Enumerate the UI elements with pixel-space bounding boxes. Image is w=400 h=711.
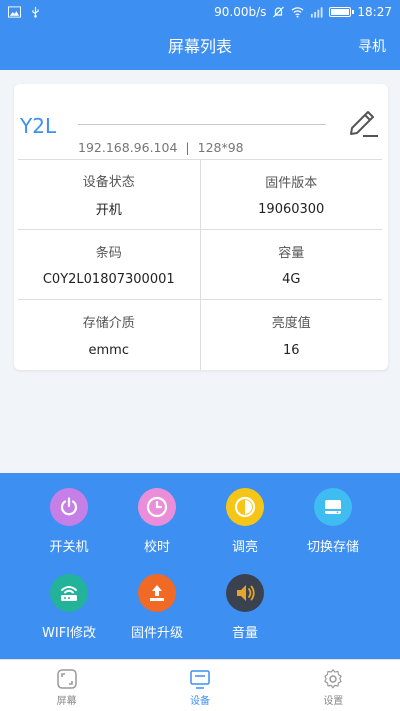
volume-button[interactable]: 音量 — [201, 574, 289, 641]
info-cell-capacity: 容量 4G — [199, 230, 383, 299]
action-label: 调亮 — [231, 540, 258, 555]
sync-time-button[interactable]: 校时 — [113, 488, 201, 555]
field-value: 4G — [282, 272, 301, 288]
action-label: 开关机 — [49, 540, 89, 555]
nav-item-screen[interactable]: 屏幕 — [0, 660, 133, 711]
info-row: 设备状态 开机 固件版本 19060300 — [18, 160, 382, 230]
device-ip: 192.168.96.104 — [78, 140, 178, 155]
power-button[interactable]: 开关机 — [25, 488, 113, 555]
field-label: 亮度值 — [271, 316, 311, 331]
info-cell-brightness: 亮度值 16 — [199, 300, 383, 370]
action-panel: 开关机 校时 调亮 切换存储 WIFI修改 固件升级 音量 — [0, 473, 400, 659]
settings-icon — [324, 669, 342, 689]
bottom-nav: 屏幕 设备 设置 — [0, 659, 400, 711]
clock-time: 18:27 — [357, 5, 392, 19]
action-label: 校时 — [143, 540, 170, 555]
info-row: 存储介质 emmc 亮度值 16 — [18, 300, 382, 370]
upload-icon — [138, 574, 176, 612]
switch-storage-button[interactable]: 切换存储 — [289, 488, 377, 555]
action-label: 音量 — [231, 626, 258, 641]
wifi-settings-button[interactable]: WIFI修改 — [25, 574, 113, 641]
mute-icon — [273, 6, 285, 18]
edit-icon[interactable] — [344, 104, 380, 140]
field-value: C0Y2L01807300001 — [42, 272, 175, 288]
screen-icon — [56, 669, 77, 689]
field-value: emmc — [88, 343, 129, 358]
device-icon — [190, 670, 210, 689]
router-icon — [50, 574, 88, 612]
clock-icon — [138, 488, 176, 526]
field-value: 开机 — [95, 203, 122, 219]
find-device-button[interactable]: 寻机 — [358, 24, 386, 70]
field-label: 条码 — [95, 245, 122, 261]
field-label: 存储介质 — [82, 316, 135, 331]
field-value: 16 — [282, 343, 300, 358]
firmware-upgrade-button[interactable]: 固件升级 — [113, 574, 201, 641]
info-cell-status: 设备状态 开机 — [18, 160, 200, 229]
signal-icon — [311, 7, 323, 18]
brightness-button[interactable]: 调亮 — [201, 488, 289, 555]
device-info-grid: 设备状态 开机 固件版本 19060300 条码 C0Y2L0180730000… — [18, 159, 382, 370]
volume-icon — [226, 574, 264, 612]
info-cell-storage-media: 存储介质 emmc — [18, 300, 200, 370]
usb-icon — [32, 6, 39, 18]
storage-icon — [314, 488, 352, 526]
info-separator: | — [185, 140, 190, 155]
field-label: 容量 — [278, 245, 305, 261]
device-card[interactable]: Y2L 192.168.96.104 | 128*98 设备状态 开机 固件版本 1… — [14, 84, 388, 370]
info-row: 条码 C0Y2L01807300001 容量 4G — [18, 230, 382, 300]
nav-label: 设置 — [323, 696, 344, 707]
device-info: 192.168.96.104 | 128*98 — [78, 140, 244, 155]
field-label: 设备状态 — [82, 174, 135, 190]
nav-item-device[interactable]: 设备 — [133, 660, 266, 711]
status-bar: 90.00b/s 18:27 — [0, 0, 400, 24]
action-label: 固件升级 — [130, 626, 183, 641]
page-title: 屏幕列表 — [167, 37, 232, 56]
image-notification-icon — [8, 6, 21, 18]
network-speed: 90.00b/s — [214, 5, 267, 19]
battery-icon — [329, 7, 355, 17]
action-label: 切换存储 — [306, 540, 359, 555]
field-label: 固件版本 — [265, 175, 318, 191]
nav-label: 设备 — [189, 696, 210, 707]
info-cell-barcode: 条码 C0Y2L01807300001 — [18, 230, 200, 299]
name-underline — [78, 124, 326, 125]
app-bar: 屏幕列表 寻机 — [0, 24, 400, 70]
nav-label: 屏幕 — [56, 696, 77, 707]
field-value: 19060300 — [258, 202, 325, 218]
device-name: Y2L — [20, 114, 57, 138]
brightness-icon — [226, 488, 264, 526]
info-cell-firmware: 固件版本 19060300 — [199, 160, 383, 229]
nav-item-settings[interactable]: 设置 — [267, 660, 400, 711]
device-resolution: 128*98 — [197, 140, 244, 155]
power-icon — [50, 488, 88, 526]
action-label: WIFI修改 — [42, 626, 96, 641]
wifi-icon — [291, 7, 304, 18]
